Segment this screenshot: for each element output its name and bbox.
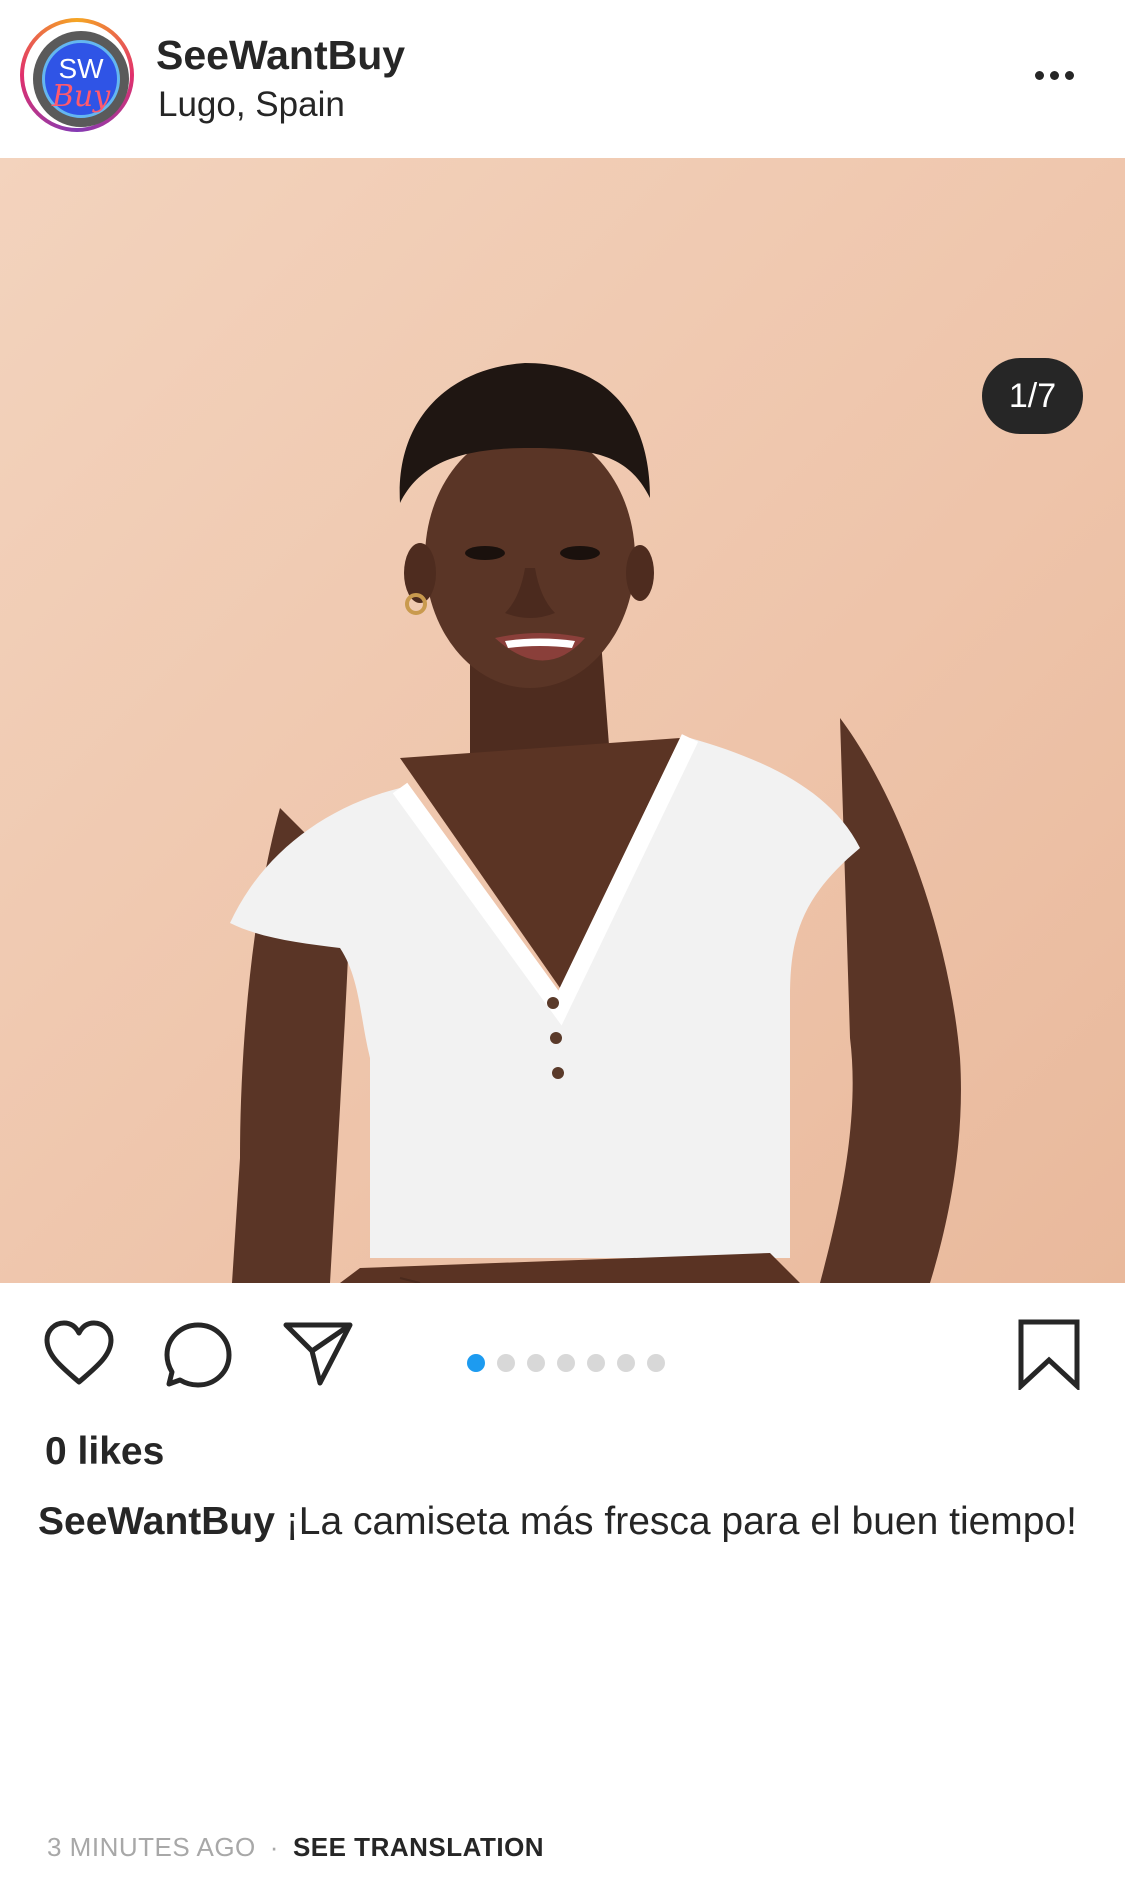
caption-username[interactable]: SeeWantBuy — [38, 1500, 275, 1543]
post-footer: 3 MINUTES AGO · SEE TRANSLATION — [47, 1832, 544, 1863]
heart-icon[interactable] — [43, 1320, 115, 1391]
avatar-logo-text-bottom: Buy — [51, 79, 111, 114]
carousel-counter: 1/7 — [982, 358, 1083, 434]
post-timestamp: 3 MINUTES AGO — [47, 1832, 256, 1862]
avatar[interactable]: SW Buy — [20, 18, 134, 132]
carousel-dot — [527, 1354, 545, 1372]
carousel-indicator — [467, 1354, 665, 1372]
carousel-dot — [497, 1354, 515, 1372]
post-photo[interactable]: 1/7 — [0, 158, 1125, 1283]
post-username[interactable]: SeeWantBuy — [156, 32, 405, 79]
carousel-dot — [647, 1354, 665, 1372]
caption-text: ¡La camiseta más fresca para el buen tie… — [285, 1500, 1077, 1543]
comment-bubble-icon[interactable] — [163, 1321, 233, 1396]
carousel-dot — [467, 1354, 485, 1372]
paper-plane-icon[interactable] — [282, 1321, 354, 1392]
carousel-dot — [617, 1354, 635, 1372]
avatar-logo: SW Buy — [42, 40, 120, 118]
post-header: SW Buy SeeWantBuy Lugo, Spain — [0, 0, 1125, 157]
see-translation-link[interactable]: SEE TRANSLATION — [293, 1832, 544, 1862]
model-photo-illustration — [230, 363, 961, 1283]
likes-count[interactable]: 0 likes — [45, 1430, 164, 1474]
carousel-dot — [557, 1354, 575, 1372]
post-location[interactable]: Lugo, Spain — [158, 85, 345, 125]
bookmark-icon[interactable] — [1017, 1318, 1081, 1395]
carousel-dot — [587, 1354, 605, 1372]
footer-separator: · — [269, 1832, 279, 1862]
more-options-icon[interactable] — [1035, 62, 1085, 88]
post-caption: SeeWantBuy ¡La camiseta más fresca para … — [38, 1498, 1078, 1546]
